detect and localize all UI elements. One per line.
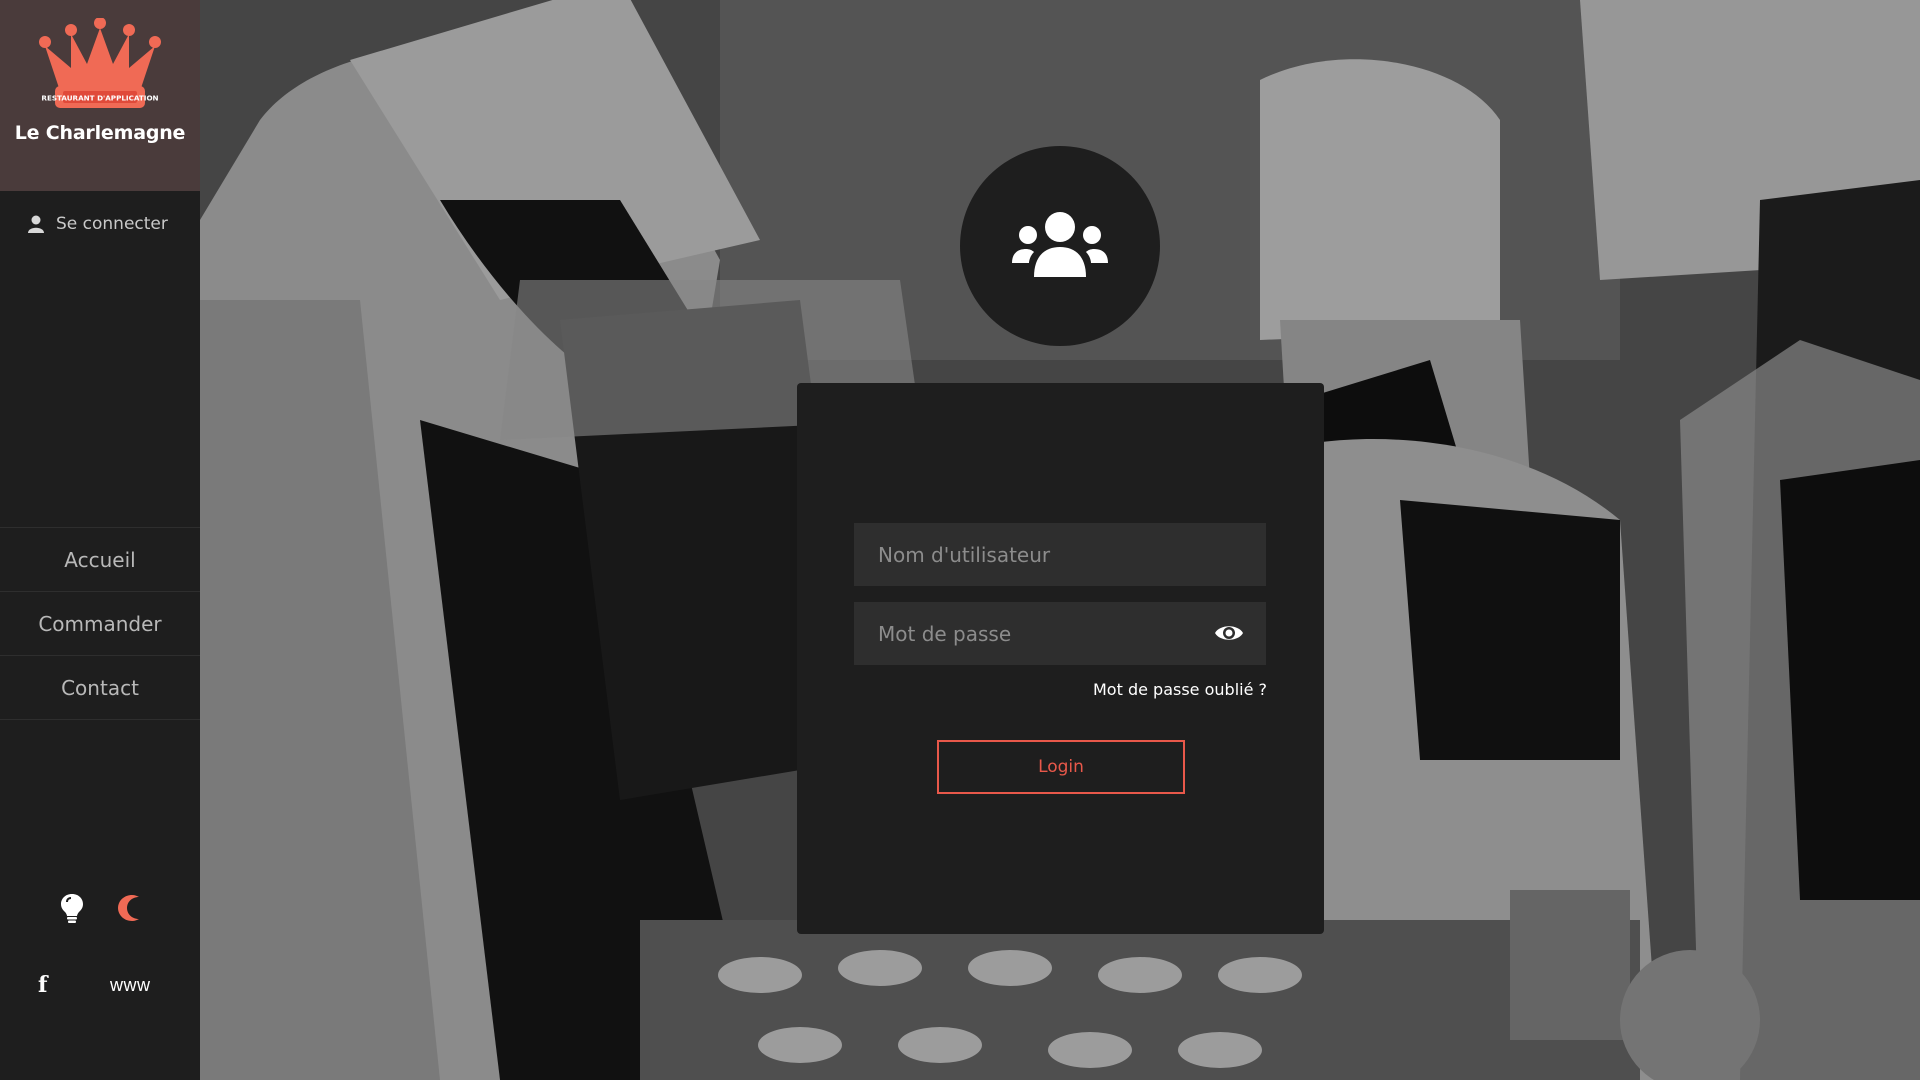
crown-logo: RESTAURANT D'APPLICATION xyxy=(39,18,161,108)
login-button[interactable]: Login xyxy=(937,740,1185,794)
facebook-icon[interactable]: f xyxy=(38,972,47,998)
nav-item-accueil[interactable]: Accueil xyxy=(0,528,200,592)
sidebar-login-link[interactable]: Se connecter xyxy=(0,191,200,257)
website-link[interactable]: www xyxy=(110,975,151,996)
password-field-wrapper xyxy=(854,602,1266,665)
brand-name: Le Charlemagne xyxy=(14,122,186,144)
password-input[interactable] xyxy=(878,621,1208,646)
forgot-password-link[interactable]: Mot de passe oublié ? xyxy=(1093,680,1267,699)
sidebar: RESTAURANT D'APPLICATION Le Charlemagne … xyxy=(0,0,200,1080)
brand-header[interactable]: RESTAURANT D'APPLICATION Le Charlemagne xyxy=(0,0,200,191)
badge-text: RESTAURANT D'APPLICATION xyxy=(41,94,158,103)
lightbulb-icon[interactable] xyxy=(58,892,86,924)
login-card: Mot de passe oublié ? Login xyxy=(797,383,1324,934)
main-nav: Accueil Commander Contact xyxy=(0,527,200,720)
username-field-wrapper xyxy=(854,523,1266,586)
username-input[interactable] xyxy=(878,542,1208,567)
nav-item-contact[interactable]: Contact xyxy=(0,656,200,720)
users-group-icon xyxy=(1012,212,1108,277)
nav-item-commander[interactable]: Commander xyxy=(0,592,200,656)
theme-switcher xyxy=(0,892,200,924)
moon-icon[interactable] xyxy=(114,892,142,924)
login-link-label: Se connecter xyxy=(56,214,168,234)
user-icon xyxy=(28,215,44,233)
users-avatar xyxy=(960,146,1160,346)
eye-icon[interactable] xyxy=(1214,620,1244,646)
